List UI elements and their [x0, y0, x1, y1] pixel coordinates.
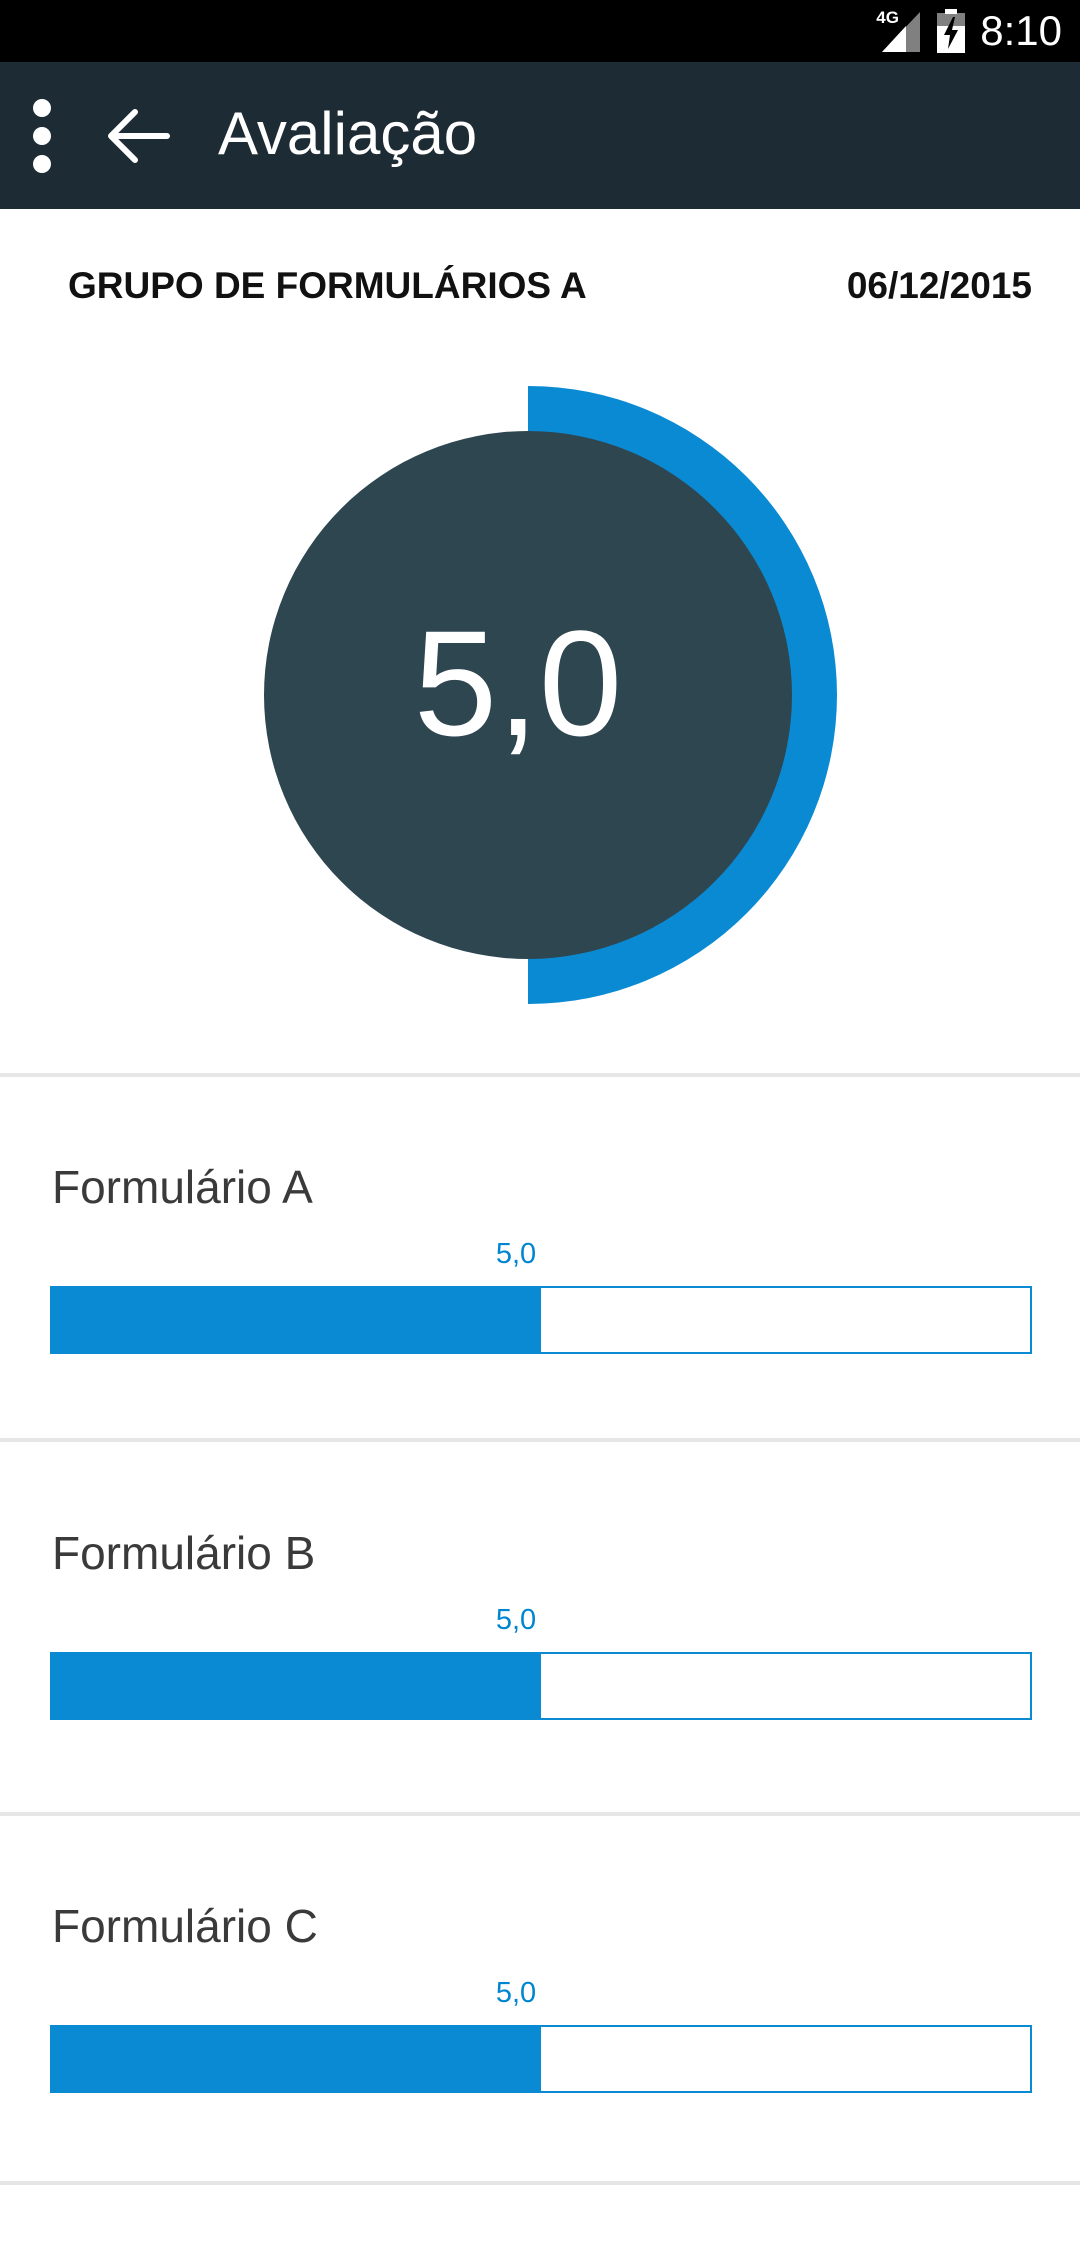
- score-value: 5,0: [414, 599, 623, 767]
- group-header: GRUPO DE FORMULÁRIOS A 06/12/2015: [0, 265, 1080, 315]
- status-indicators: 4G 8:10: [876, 0, 1062, 62]
- form-progress-bar: [50, 1652, 1032, 1720]
- form-title: Formulário A: [52, 1161, 313, 1213]
- form-progress-fill: [52, 1654, 541, 1718]
- form-item-a[interactable]: Formulário A 5,0: [0, 1160, 1080, 1420]
- section-divider: [0, 2181, 1080, 2185]
- back-arrow-icon[interactable]: [105, 108, 171, 164]
- form-progress-bar: [50, 1286, 1032, 1354]
- score-ring-chart: 5,0: [264, 386, 837, 1004]
- section-divider: [0, 1812, 1080, 1816]
- page-title: Avaliação: [218, 100, 478, 167]
- form-progress-fill: [52, 1288, 541, 1352]
- form-progress-fill: [52, 2027, 541, 2091]
- form-score-label: 5,0: [495, 1604, 537, 1636]
- form-progress-bar: [50, 2025, 1032, 2093]
- form-item-b[interactable]: Formulário B 5,0: [0, 1526, 1080, 1786]
- section-divider: [0, 1438, 1080, 1442]
- status-bar: 4G 8:10: [0, 0, 1080, 62]
- form-item-c[interactable]: Formulário C 5,0: [0, 1899, 1080, 2159]
- group-name: GRUPO DE FORMULÁRIOS A: [68, 265, 587, 306]
- app-bar: Avaliação: [0, 62, 1080, 209]
- section-divider: [0, 1073, 1080, 1077]
- overflow-menu-icon[interactable]: [24, 96, 60, 176]
- network-type: 4G: [876, 8, 899, 27]
- signal-icon: 4G: [876, 8, 922, 54]
- form-score-label: 5,0: [495, 1977, 537, 2009]
- battery-charging-icon: [937, 9, 966, 53]
- form-title: Formulário C: [52, 1900, 318, 1952]
- evaluation-date: 06/12/2015: [846, 265, 1032, 306]
- form-title: Formulário B: [52, 1527, 316, 1579]
- status-clock: 8:10: [980, 7, 1062, 54]
- form-score-label: 5,0: [495, 1238, 537, 1270]
